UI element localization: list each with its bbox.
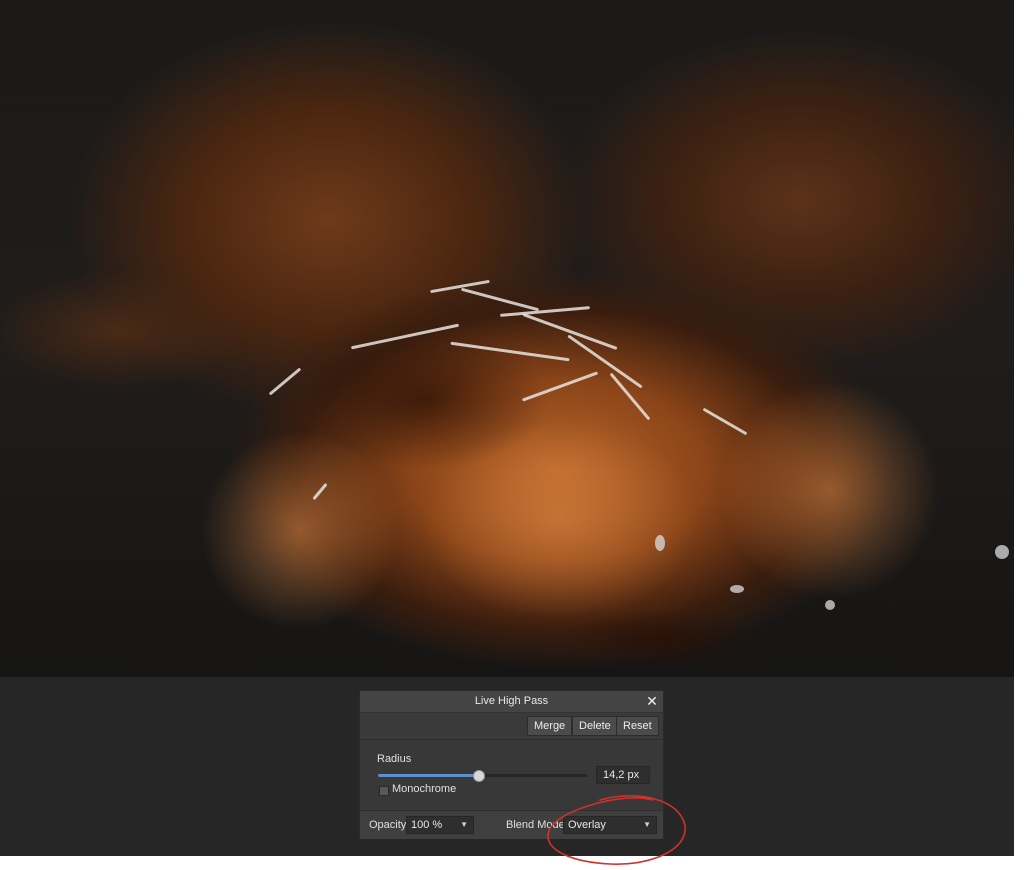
panel-title: Live High Pass [474,695,549,707]
reset-button[interactable]: Reset [616,716,659,736]
photo-preview [0,0,1014,677]
close-icon[interactable]: ✕ [645,693,659,709]
radius-slider-thumb[interactable] [473,770,486,782]
live-high-pass-panel: Live High Pass ✕ Merge Delete Reset Radi… [359,690,664,839]
app-canvas: Live High Pass ✕ Merge Delete Reset Radi… [0,0,1014,856]
blend-mode-label: Blend Mode: [506,819,568,831]
panel-footer: Opacity: 100 % ▼ Blend Mode: Overlay ▼ [360,810,663,839]
radius-value-field[interactable]: 14,2 px [596,766,650,784]
panel-title-bar[interactable]: Live High Pass ✕ [360,691,663,713]
chevron-down-icon: ▼ [460,820,468,829]
blend-mode-value: Overlay [568,819,606,831]
chevron-down-icon: ▼ [643,820,651,829]
radius-label: Radius [377,753,412,765]
monochrome-checkbox[interactable] [379,786,389,796]
radius-slider[interactable] [378,770,587,782]
merge-button[interactable]: Merge [527,716,573,736]
opacity-value: 100 % [411,819,443,831]
blend-mode-dropdown[interactable]: Overlay ▼ [563,816,657,834]
delete-button[interactable]: Delete [572,716,618,736]
panel-toolbar: Merge Delete Reset [360,713,663,740]
monochrome-label: Monochrome [392,783,457,795]
opacity-dropdown[interactable]: 100 % ▼ [406,816,474,834]
opacity-label: Opacity: [369,819,410,831]
radius-slider-fill [378,774,479,777]
panel-body: Radius 14,2 px Monochrome [360,740,663,810]
